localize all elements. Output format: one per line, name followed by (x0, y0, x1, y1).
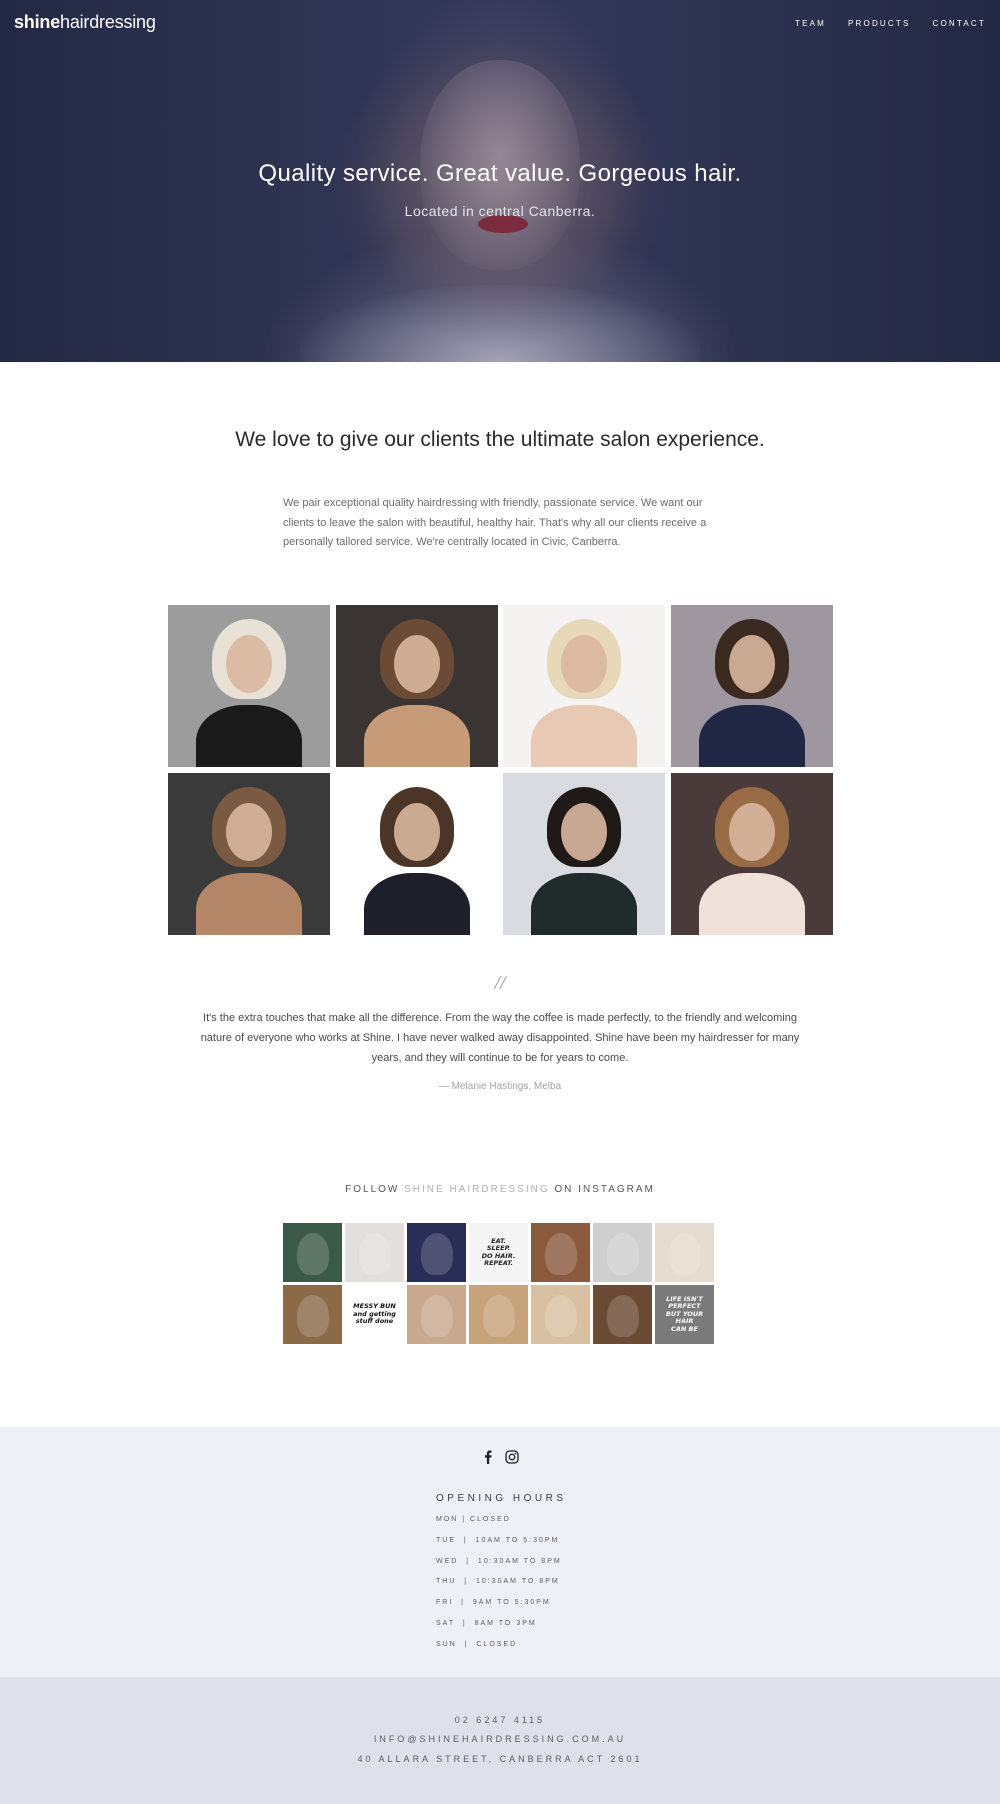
hours-list: MON | CLOSED TUE | 10AM TO 5:30PM WED | 10… (436, 1516, 562, 1662)
gallery-photo-face (393, 635, 440, 693)
instagram-post-image (607, 1295, 639, 1337)
gallery-photo-body (363, 873, 470, 935)
hours-row: MON | CLOSED (436, 1516, 511, 1523)
logo-light: hairdressing (60, 12, 156, 32)
hours-row: SUN | CLOSED (436, 1640, 518, 1648)
instagram-post-caption: MESSY BUN and getting stuff done (353, 1302, 396, 1326)
instagram-post[interactable] (407, 1285, 466, 1344)
instagram-post-caption: EAT. SLEEP. DO HAIR. REPEAT. (481, 1236, 516, 1267)
gallery-photo-body (698, 873, 805, 935)
gallery-photo-body (196, 873, 302, 935)
instagram-post[interactable]: MESSY BUN and getting stuff done (345, 1285, 404, 1344)
instagram-post[interactable] (345, 1223, 404, 1282)
gallery-photo-body (531, 873, 638, 935)
instagram-post-image (297, 1233, 329, 1275)
gallery-photo-face (226, 803, 272, 861)
instagram-post[interactable]: EAT. SLEEP. DO HAIR. REPEAT. (469, 1223, 528, 1282)
instagram-post[interactable] (593, 1285, 652, 1344)
contact-email[interactable]: INFO@SHINEHAIRDRESSING.COM.AU (0, 1734, 1000, 1744)
instagram-post[interactable] (283, 1223, 342, 1282)
contact-section: 02 6247 4115 INFO@SHINEHAIRDRESSING.COM.… (0, 1677, 1000, 1804)
hours-row: SAT | 8AM TO 3PM (436, 1619, 537, 1627)
gallery-photo (670, 773, 833, 935)
instagram-heading: FOLLOW SHINE HAIRDRESSING ON INSTAGRAM (0, 1184, 1000, 1195)
site-logo[interactable]: shinehairdressing (14, 12, 156, 33)
testimonial-author: — Melanie Hastings, Melba (438, 1081, 562, 1092)
gallery-photo-face (728, 803, 775, 861)
quote-mark: // (494, 972, 506, 994)
gallery-photo (168, 605, 330, 767)
instagram-post-image (297, 1295, 329, 1337)
gallery-photo-face (226, 635, 272, 693)
instagram-heading-post: ON INSTAGRAM (549, 1184, 655, 1195)
instagram-post-image (483, 1295, 515, 1337)
gallery-photo (670, 605, 833, 767)
facebook-icon[interactable] (481, 1449, 495, 1464)
instagram-post-image (359, 1233, 391, 1275)
instagram-feed: EAT. SLEEP. DO HAIR. REPEAT. MESSY BUN an… (283, 1223, 718, 1344)
hero-title: Quality service. Great value. Gorgeous h… (258, 160, 742, 187)
gallery-photo-body (531, 705, 638, 767)
instagram-post-image (669, 1233, 701, 1275)
nav-contact[interactable]: CONTACT (933, 19, 986, 28)
gallery-photo-face (561, 635, 608, 693)
instagram-link[interactable]: SHINE HAIRDRESSING (404, 1184, 549, 1195)
intro-heading: We love to give our clients the ultimate… (235, 428, 765, 451)
gallery-photo (503, 605, 666, 767)
hours-row: WED | 10:30AM TO 8PM (436, 1557, 562, 1565)
instagram-post[interactable] (531, 1285, 590, 1344)
hero-banner: shinehairdressing TEAM PRODUCTS CONTACT … (0, 0, 1000, 362)
instagram-post-image (421, 1233, 453, 1275)
gallery-photo (335, 773, 498, 935)
gallery-photo (503, 773, 666, 935)
instagram-post[interactable] (283, 1285, 342, 1344)
nav-team[interactable]: TEAM (795, 19, 826, 28)
instagram-heading-pre: FOLLOW (345, 1184, 405, 1195)
gallery-photo-body (196, 705, 302, 767)
hours-row: FRI | 9AM TO 5:30PM (436, 1599, 551, 1607)
hours-row: THU | 10:30AM TO 8PM (436, 1578, 560, 1586)
gallery-photo-face (393, 803, 440, 861)
instagram-post[interactable] (655, 1223, 714, 1282)
hours-section: OPENING HOURS MON | CLOSED TUE | 10AM TO … (0, 1427, 1000, 1677)
instagram-post-image (607, 1233, 639, 1275)
contact-phone[interactable]: 02 6247 4115 (0, 1715, 1000, 1725)
instagram-post-image (545, 1233, 577, 1275)
contact-address: 40 ALLARA STREET, CANBERRA ACT 2601 (357, 1754, 643, 1764)
gallery-photo (168, 773, 330, 935)
intro-text: We pair exceptional quality hairdressing… (283, 497, 707, 548)
instagram-post[interactable] (469, 1285, 528, 1344)
instagram-post-image (545, 1295, 577, 1337)
instagram-post[interactable] (531, 1223, 590, 1282)
instagram-post-image (421, 1295, 453, 1337)
instagram-icon[interactable] (505, 1449, 519, 1464)
hours-title: OPENING HOURS (436, 1493, 567, 1504)
gallery-photo-body (698, 705, 805, 767)
logo-bold: shine (14, 12, 61, 32)
testimonial-text: It's the extra touches that make all the… (200, 1012, 800, 1064)
social-links (481, 1449, 519, 1464)
nav-products[interactable]: PRODUCTS (848, 19, 911, 28)
instagram-post[interactable]: LIFE ISN'T PERFECT BUT YOUR HAIR CAN BE (655, 1285, 714, 1344)
gallery-photo-face (561, 803, 608, 861)
instagram-post[interactable] (407, 1223, 466, 1282)
main-nav: TEAM PRODUCTS CONTACT (795, 19, 986, 28)
gallery-photo (335, 605, 498, 767)
instagram-post[interactable] (593, 1223, 652, 1282)
gallery-photo-face (728, 635, 775, 693)
hero-subtitle: Located in central Canberra. (404, 203, 596, 219)
hours-row: TUE | 10AM TO 5:30PM (436, 1536, 560, 1544)
gallery-photo-body (363, 705, 470, 767)
instagram-post-caption: LIFE ISN'T PERFECT BUT YOUR HAIR CAN BE (665, 1294, 704, 1333)
hero-image-shirt (300, 285, 700, 362)
style-gallery (168, 605, 833, 935)
